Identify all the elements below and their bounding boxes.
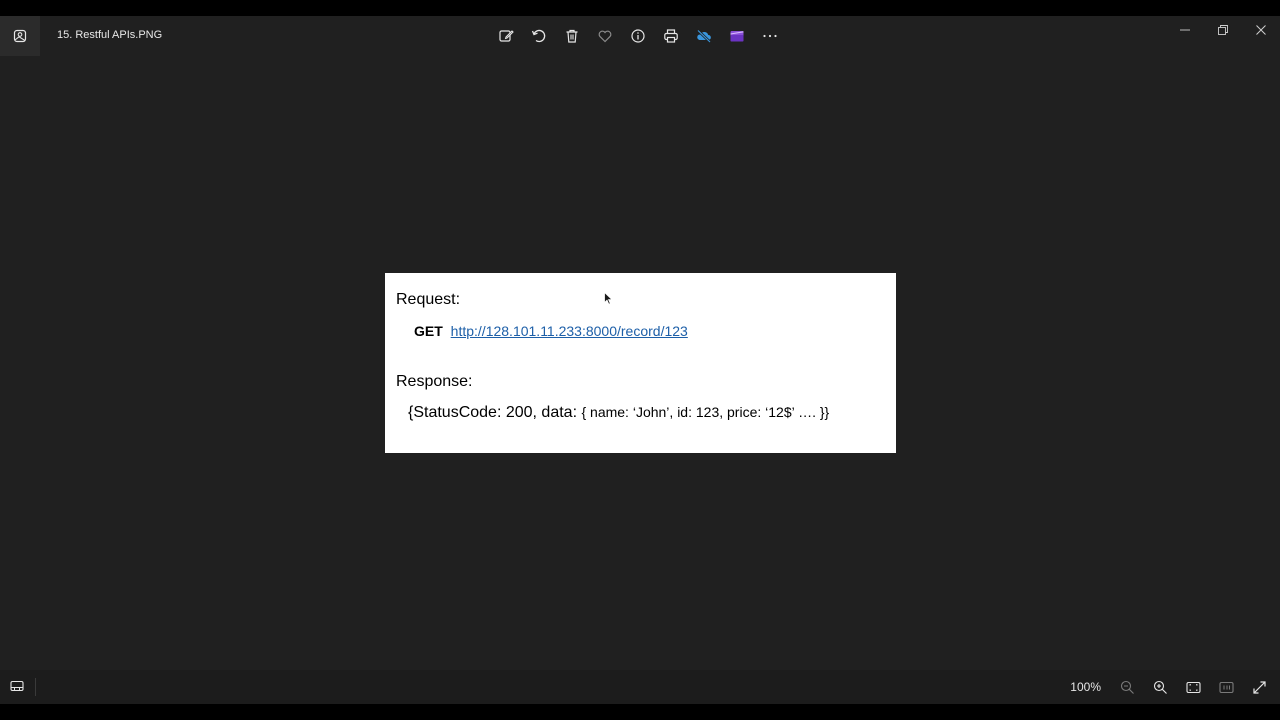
window-controls [1166,16,1280,46]
title-bar: 15. Restful APIs.PNG [0,16,1280,56]
http-method: GET [414,323,443,339]
window-title: 15. Restful APIs.PNG [57,29,163,41]
zoom-controls: 100% [1070,671,1276,703]
full-screen-button[interactable] [1243,671,1276,703]
photos-app-window: 15. Restful APIs.PNG Request: GET http:/… [0,16,1280,704]
minimize-icon [1180,29,1190,31]
info-button[interactable] [622,20,654,52]
status-bar: 100% [0,670,1280,704]
zoom-out-button[interactable] [1111,671,1144,703]
onedrive-off-icon [697,29,711,43]
filmstrip-icon [10,680,24,692]
zoom-in-button[interactable] [1144,671,1177,703]
request-line: GET http://128.101.11.233:8000/record/12… [414,323,688,339]
zoom-level[interactable]: 100% [1070,680,1101,694]
fit-to-window-icon [1186,681,1201,693]
delete-icon [566,29,578,43]
delete-button[interactable] [556,20,588,52]
response-line: {StatusCode: 200, data: { name: ‘John’, … [408,404,829,422]
restore-button[interactable] [1204,16,1242,44]
onedrive-button[interactable] [688,20,720,52]
mouse-cursor-icon [604,291,614,310]
actual-size-button[interactable] [1210,671,1243,703]
zoom-in-icon [1153,680,1167,694]
request-url: http://128.101.11.233:8000/record/123 [450,323,688,339]
response-label: Response: [396,373,473,390]
photos-app-icon[interactable] [0,16,40,56]
close-icon [1256,25,1266,35]
full-screen-icon [1253,680,1266,694]
response-prefix: {StatusCode: 200, data: [408,404,582,421]
print-button[interactable] [655,20,687,52]
favorite-button[interactable] [589,20,621,52]
minimize-button[interactable] [1166,16,1204,44]
status-divider [35,678,36,696]
rotate-button[interactable] [523,20,555,52]
zoom-out-icon [1120,680,1134,694]
more-icon [763,34,777,38]
video-editor-button[interactable] [721,20,753,52]
displayed-image: Request: GET http://128.101.11.233:8000/… [385,273,896,453]
edit-image-button[interactable] [490,20,522,52]
favorite-icon [598,30,612,43]
print-icon [664,29,678,43]
rotate-icon [531,29,546,43]
toolbar [490,20,786,52]
request-label: Request: [396,291,461,308]
info-icon [631,29,645,43]
photos-icon [13,29,27,43]
edit-image-icon [499,30,514,42]
restore-icon [1218,25,1228,35]
actual-size-icon [1219,681,1234,693]
more-button[interactable] [754,20,786,52]
response-body: { name: ‘John’, id: 123, price: ‘12$’ ….… [581,404,830,420]
filmstrip-button[interactable] [2,671,32,701]
fit-to-window-button[interactable] [1177,671,1210,703]
video-editor-icon [730,31,744,42]
close-button[interactable] [1242,16,1280,44]
